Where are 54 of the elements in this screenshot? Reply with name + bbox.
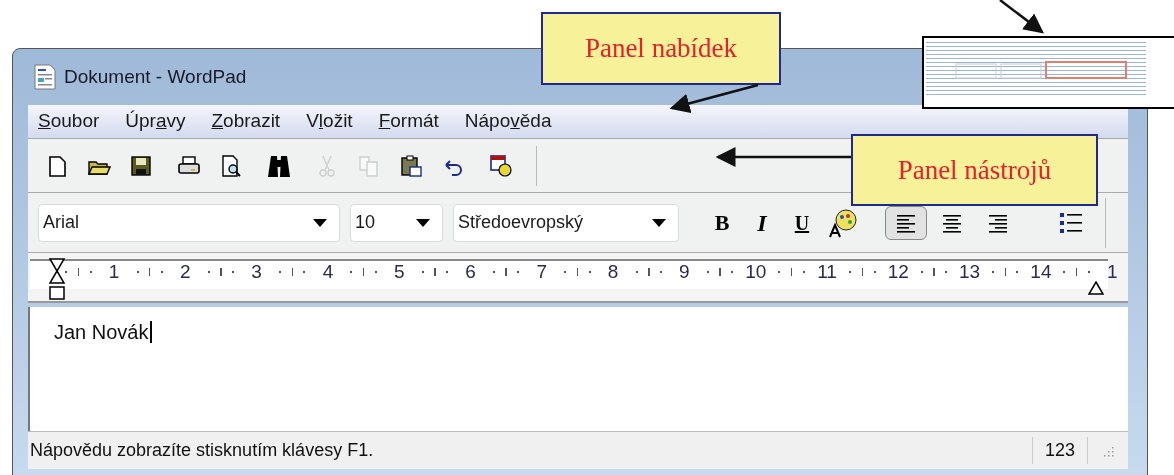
ruler-number: 6 [464, 259, 477, 284]
menu-item[interactable]: Nápověda [464, 107, 552, 136]
dropdown-caret-icon [313, 218, 327, 227]
ruler-number: 12 [886, 259, 910, 284]
align-button[interactable] [885, 205, 927, 240]
bullet-list-icon [1059, 211, 1083, 234]
dropdown-caret-icon [416, 218, 430, 227]
ruler-number: 10 [744, 259, 768, 284]
menu-item[interactable]: Zobrazit [211, 107, 281, 136]
ruler-number: 1 [107, 259, 121, 284]
date-time-icon [489, 153, 513, 178]
ruler-number: 13 [958, 259, 982, 284]
combo-value: Středoevropský [458, 211, 584, 234]
paste-icon [399, 153, 423, 178]
callout-label: Panel nabídek [584, 32, 738, 66]
ruler-number: 11 [816, 259, 838, 284]
ruler-number: 1 [1105, 259, 1119, 284]
combo-value: 10 [355, 211, 376, 234]
status-indicator: 123 [1032, 437, 1088, 464]
wordpad-document-icon [34, 64, 56, 90]
save-icon [129, 153, 153, 178]
ruler-number: 4 [321, 259, 335, 284]
ruler-number: 2 [179, 259, 192, 284]
print-preview-icon [219, 153, 243, 178]
ruler-number: 14 [1029, 259, 1053, 284]
menu-item[interactable]: Soubor [38, 107, 100, 136]
align-center-icon [942, 212, 962, 233]
ruler-number: 5 [392, 259, 406, 284]
callout-label: Panel nástrojů [897, 153, 1052, 187]
ruler-number: 7 [535, 259, 549, 284]
italic-button[interactable]: I [745, 204, 779, 241]
menu-item[interactable]: Vložit [306, 107, 353, 136]
underline-button[interactable]: U [785, 204, 819, 241]
menu-item[interactable]: Úpravy [125, 107, 186, 136]
script-dropdown[interactable]: Středoevropský [453, 203, 679, 242]
font-dropdown[interactable]: Arial [38, 203, 340, 242]
ruler-number: 9 [678, 259, 691, 284]
copy-icon [357, 153, 381, 178]
palette-icon [828, 207, 858, 238]
window-title: Dokument - WordPad [64, 64, 247, 89]
status-text: Nápovědu zobrazíte stisknutím klávesy F1. [29, 439, 375, 462]
arrow [999, 0, 1044, 34]
ruler-number: 3 [250, 259, 263, 284]
resize-grip-icon [1102, 444, 1114, 457]
align-left-icon [896, 212, 916, 233]
binoculars-icon [267, 153, 291, 178]
document-text: Jan Novák [54, 321, 152, 343]
combo-value: Arial [43, 211, 79, 234]
align-right-icon [988, 212, 1008, 233]
font-size-dropdown[interactable]: 10 [350, 203, 443, 242]
bold-button[interactable]: B [705, 204, 739, 241]
menu-item[interactable]: Formát [378, 107, 439, 136]
ruler-number: 8 [606, 259, 620, 284]
dropdown-caret-icon [652, 218, 666, 227]
